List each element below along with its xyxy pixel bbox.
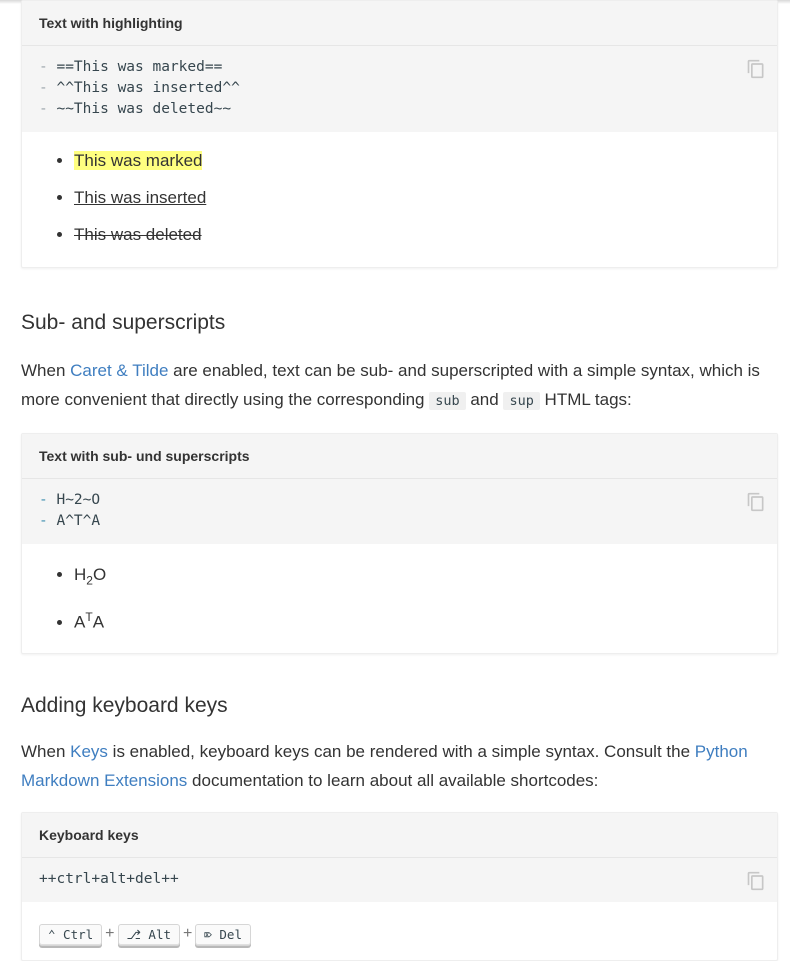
deleted-text: This was deleted [74, 225, 202, 244]
code-line: - A^T^A [39, 513, 101, 529]
code-block: - H~2~O - A^T^A [22, 479, 777, 544]
keys-paragraph: When Keys is enabled, keyboard keys can … [21, 742, 748, 790]
superscript: T [85, 610, 93, 625]
caret-tilde-link[interactable]: Caret & Tilde [70, 361, 168, 380]
marked-text: This was marked [74, 151, 203, 170]
code-line: - H~2~O [39, 492, 101, 508]
example-keys: Keyboard keys ++ctrl+alt+del++ ⌃ Ctrl + … [21, 812, 778, 961]
example-title: Text with highlighting [22, 1, 777, 46]
subscript: 2 [86, 573, 93, 588]
code-line: - ==This was marked== [39, 59, 223, 75]
key-combination: ⌃ Ctrl + ⎇ Alt + ⌦ Del [39, 922, 760, 947]
example-title: Keyboard keys [22, 813, 777, 859]
key-alt: ⎇ Alt [117, 924, 181, 947]
copy-icon[interactable] [746, 492, 766, 512]
code-line: ++ctrl+alt+del++ [39, 871, 179, 888]
example-subsup: Text with sub- und superscripts - H~2~O … [21, 433, 778, 655]
example-result: ⌃ Ctrl + ⎇ Alt + ⌦ Del [22, 902, 777, 960]
code-block: - ==This was marked== - ^^This was inser… [22, 46, 777, 132]
example-result: H2O ATA [22, 544, 777, 653]
keys-link[interactable]: Keys [70, 742, 108, 761]
list-item: This was marked [74, 142, 760, 179]
key-del: ⌦ Del [195, 924, 251, 947]
plus-separator: + [105, 925, 115, 943]
key-ctrl: ⌃ Ctrl [39, 924, 103, 947]
code-block: ++ctrl+alt+del++ [22, 858, 777, 903]
section-heading-keys: Adding keyboard keys [21, 694, 228, 718]
list-item: H2O [74, 556, 760, 599]
subsup-paragraph: When Caret & Tilde are enabled, text can… [21, 361, 760, 410]
inserted-text: This was inserted [74, 188, 207, 207]
list-item: This was inserted [74, 179, 760, 216]
list-item: This was deleted [74, 216, 760, 253]
plus-separator: + [183, 925, 193, 943]
example-result: This was marked This was inserted This w… [22, 132, 777, 267]
list-item: ATA [74, 599, 760, 641]
inline-code-sup: sup [503, 391, 540, 410]
copy-icon[interactable] [746, 59, 766, 79]
code-line: - ~~This was deleted~~ [39, 101, 232, 117]
code-line: - ^^This was inserted^^ [39, 80, 240, 96]
section-heading-subsup: Sub- and superscripts [21, 311, 226, 334]
main-content: Text with highlighting - ==This was mark… [21, 0, 778, 961]
example-title: Text with sub- und superscripts [22, 434, 777, 479]
example-highlighting: Text with highlighting - ==This was mark… [21, 0, 778, 268]
inline-code-sub: sub [429, 391, 466, 410]
copy-icon[interactable] [746, 871, 766, 891]
